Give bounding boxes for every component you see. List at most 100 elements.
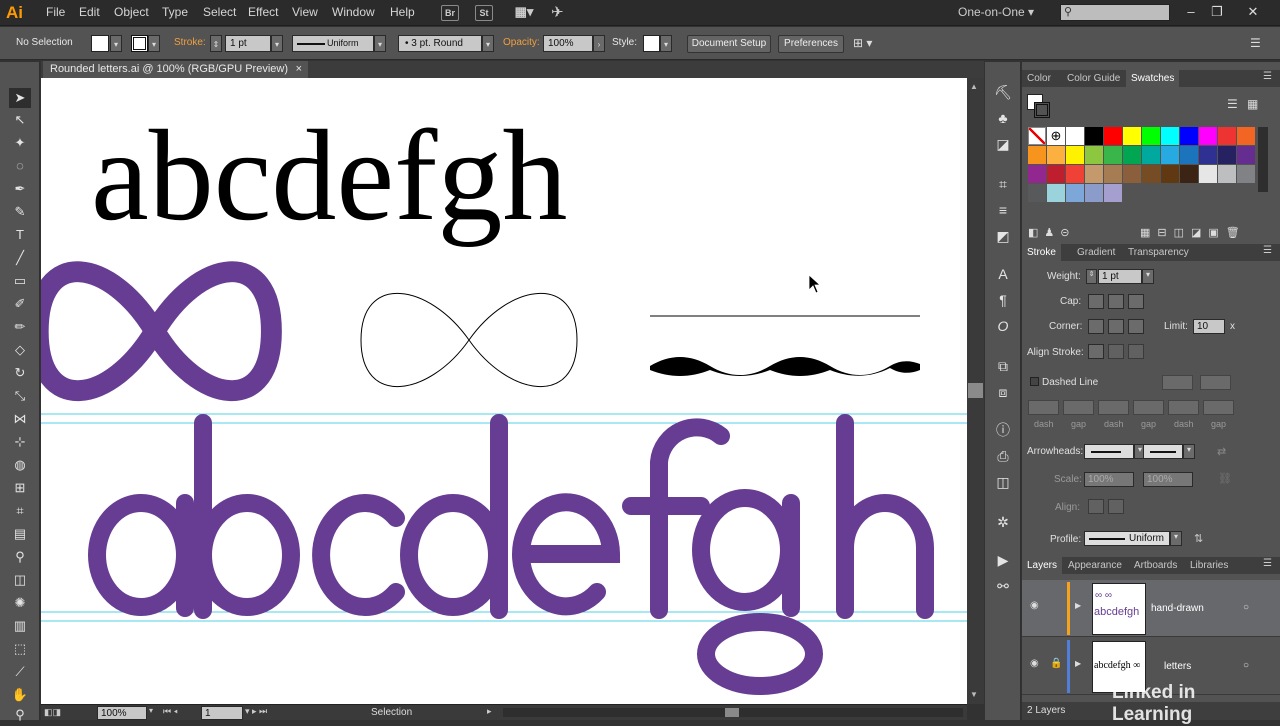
weight-field[interactable]: 1 pt [1098,269,1142,284]
stroke-weight-dropdown[interactable]: ▾ [271,35,283,52]
end-scale-field[interactable]: 100% [1143,472,1193,487]
menu-view[interactable]: View [292,5,318,19]
actions-panel-icon[interactable]: ▶ [992,550,1014,570]
link-scale-icon[interactable]: ⛓ [1218,472,1232,485]
width-tool-icon[interactable]: ⋈ [9,409,31,429]
symbols-panel-icon[interactable]: ♣ [992,108,1014,128]
menu-type[interactable]: Type [162,5,188,19]
align-outside-icon[interactable] [1128,344,1144,359]
status-menu-icon[interactable]: ▸ [487,706,492,717]
asset-export-panel-icon[interactable]: ⧉ [992,356,1014,376]
layer-name[interactable]: hand-drawn [1151,603,1204,614]
color-swatch[interactable] [1123,146,1141,164]
color-swatch[interactable] [1028,184,1046,202]
swatches-scrollbar[interactable] [1258,127,1268,192]
opentype-panel-icon[interactable]: O [992,316,1014,336]
eyedropper-tool-icon[interactable]: ⚲ [9,547,31,567]
visibility-eye-icon[interactable]: ◉ [1030,600,1039,611]
transform-panel-icon[interactable]: ⌗ [992,174,1014,194]
minimize-icon[interactable]: – [1180,2,1202,22]
color-swatch[interactable] [1218,165,1236,183]
color-swatch[interactable] [1237,146,1255,164]
shape-builder-tool-icon[interactable]: ◍ [9,455,31,475]
menu-select[interactable]: Select [203,5,236,19]
color-swatch[interactable] [1142,146,1160,164]
opacity-field[interactable]: 100% [543,35,593,52]
navigator-panel-icon[interactable]: ✲ [992,512,1014,532]
color-swatch[interactable] [1142,165,1160,183]
round-join-icon[interactable] [1108,319,1124,334]
direct-selection-tool-icon[interactable]: ↖ [9,110,31,130]
stroke-label[interactable]: Stroke: [174,37,206,48]
scroll-down-icon[interactable]: ▼ [970,690,978,699]
swatch-action-icons[interactable]: ▦⊟◫◪▣🗑 [1140,226,1247,239]
links-chain-icon[interactable]: ⚯ [992,576,1014,596]
expand-layer-icon[interactable]: ▶ [1075,601,1081,610]
gpu-performance-icon[interactable]: ✈ [551,3,564,21]
round-cap-icon[interactable] [1108,294,1124,309]
dash-field-3[interactable] [1168,400,1199,415]
stroke-stepper[interactable]: ⇕ [210,35,222,52]
color-swatch[interactable] [1237,127,1255,145]
swatch-library-icons[interactable]: ◧♟⊝ [1028,226,1075,239]
gradient-tool-icon[interactable]: ▤ [9,524,31,544]
blend-tool-icon[interactable]: ◫ [9,570,31,590]
zoom-dropdown-icon[interactable]: ▾ [149,706,153,715]
color-swatch[interactable] [1104,184,1122,202]
stroke-swatch[interactable] [131,35,148,52]
color-swatch[interactable] [1237,165,1255,183]
target-circle-icon[interactable]: ○ [1243,660,1249,671]
limit-field[interactable]: 10 [1193,319,1225,334]
layer-name[interactable]: letters [1164,661,1191,672]
selection-tool-icon[interactable]: ➤ [9,88,31,108]
color-swatch[interactable] [1180,127,1198,145]
magic-wand-tool-icon[interactable]: ✦ [9,133,31,153]
graphic-styles-panel-icon[interactable]: ◪ [992,134,1014,154]
variable-width-profile[interactable]: Uniform [292,35,374,52]
curvature-tool-icon[interactable]: ✎ [9,202,31,222]
workspace-switcher[interactable]: One-on-One ▾ [958,5,1034,19]
preferences-button[interactable]: Preferences [778,35,844,53]
rounded-letters[interactable] [88,414,934,695]
dash-field-2[interactable] [1098,400,1129,415]
artboard-field[interactable]: 1 [201,706,243,720]
swap-arrowheads-icon[interactable]: ⇄ [1217,445,1226,458]
color-swatch[interactable] [1028,146,1046,164]
color-swatch[interactable] [1066,127,1084,145]
stock-button[interactable]: St [475,5,493,21]
artboard-nav-icon[interactable]: ◧◨ [44,707,61,718]
arrange-documents-icon[interactable]: ▦▾ [511,5,537,21]
wavy-width-line[interactable] [650,357,920,376]
hand-tool-icon[interactable]: ✋ [9,685,31,705]
bevel-join-icon[interactable] [1128,319,1144,334]
tab-libraries[interactable]: Libraries [1185,557,1233,574]
color-swatch[interactable] [1123,165,1141,183]
miter-join-icon[interactable] [1088,319,1104,334]
paragraph-panel-icon[interactable]: ¶ [992,290,1014,310]
artboard-tool-icon[interactable]: ⬚ [9,639,31,659]
align-dash-icon[interactable] [1200,375,1231,390]
document-setup-button[interactable]: Document Setup [687,35,771,53]
color-swatch[interactable] [1218,127,1236,145]
color-swatch[interactable] [1104,146,1122,164]
tab-stroke[interactable]: Stroke [1022,244,1061,261]
opacity-dropdown[interactable]: › [593,35,605,52]
color-swatch[interactable] [1180,146,1198,164]
mesh-tool-icon[interactable]: ⌗ [9,501,31,521]
menu-help[interactable]: Help [390,5,415,19]
dashed-line-checkbox[interactable] [1030,377,1039,386]
end-arrowhead-dropdown[interactable]: ▾ [1183,444,1195,459]
weight-stepper[interactable]: ⇕ [1086,269,1097,284]
stroke-dropdown[interactable]: ▾ [148,35,160,52]
links-panel-icon[interactable]: ⧈ [992,382,1014,402]
restore-icon[interactable]: ❐ [1206,2,1228,22]
color-swatch[interactable] [1142,127,1160,145]
color-swatch[interactable] [1085,146,1103,164]
align-options-icon[interactable]: ⊞ ▾ [853,36,872,50]
next-artboard-icon[interactable]: ▾ ▸ ⏭ [245,706,267,717]
start-arrowhead-select[interactable] [1084,444,1134,459]
pathfinder-panel-icon[interactable]: ◩ [992,226,1014,246]
serif-letters[interactable]: abcdefgh [91,104,567,248]
menu-object[interactable]: Object [114,5,149,19]
rotate-tool-icon[interactable]: ↻ [9,363,31,383]
